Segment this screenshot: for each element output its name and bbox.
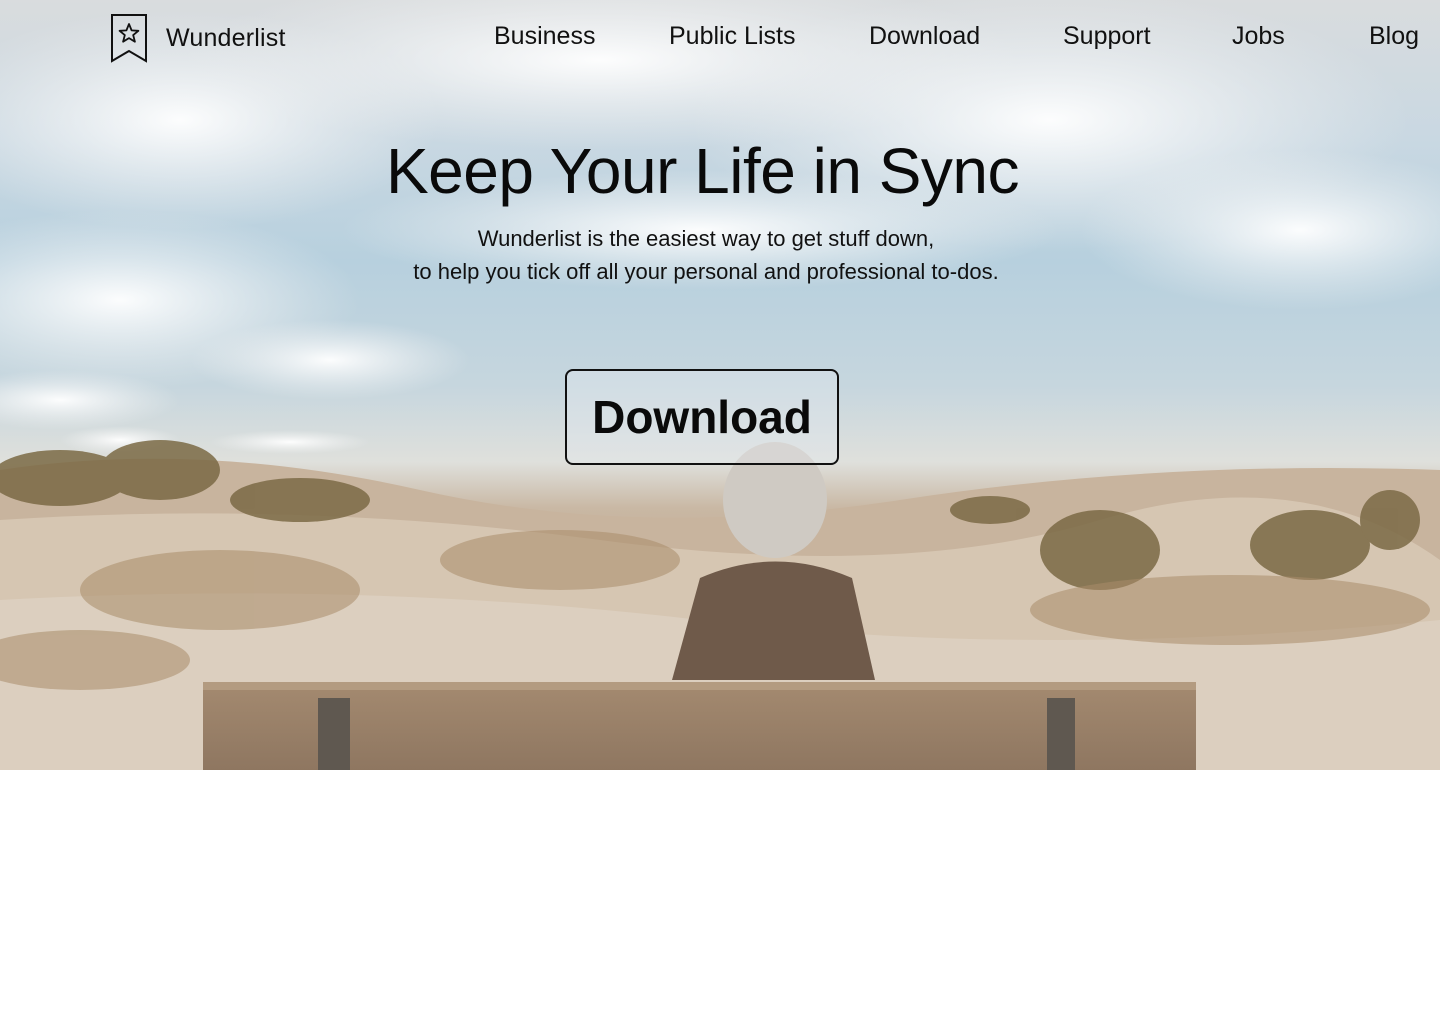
nav-download-link[interactable]: Download bbox=[869, 22, 980, 51]
nav-business-link[interactable]: Business bbox=[494, 22, 595, 51]
nav-support-link[interactable]: Support bbox=[1063, 22, 1151, 51]
download-button[interactable]: Download bbox=[565, 369, 839, 465]
nav-blog-link[interactable]: Blog bbox=[1369, 22, 1419, 51]
hero-subline-1: Wunderlist is the easiest way to get stu… bbox=[477, 226, 935, 251]
hero-headline: Keep Your Life in Sync bbox=[385, 135, 1020, 207]
hero-section: Wunderlist Business Public Lists Downloa… bbox=[0, 0, 1440, 770]
top-navigation: Business Public Lists Download Support J… bbox=[0, 22, 1440, 56]
hero-subline-2: to help you tick off all your personal a… bbox=[413, 259, 999, 284]
content-area-blank bbox=[0, 770, 1440, 1024]
nav-public-lists-link[interactable]: Public Lists bbox=[669, 22, 795, 51]
nav-jobs-link[interactable]: Jobs bbox=[1232, 22, 1285, 51]
